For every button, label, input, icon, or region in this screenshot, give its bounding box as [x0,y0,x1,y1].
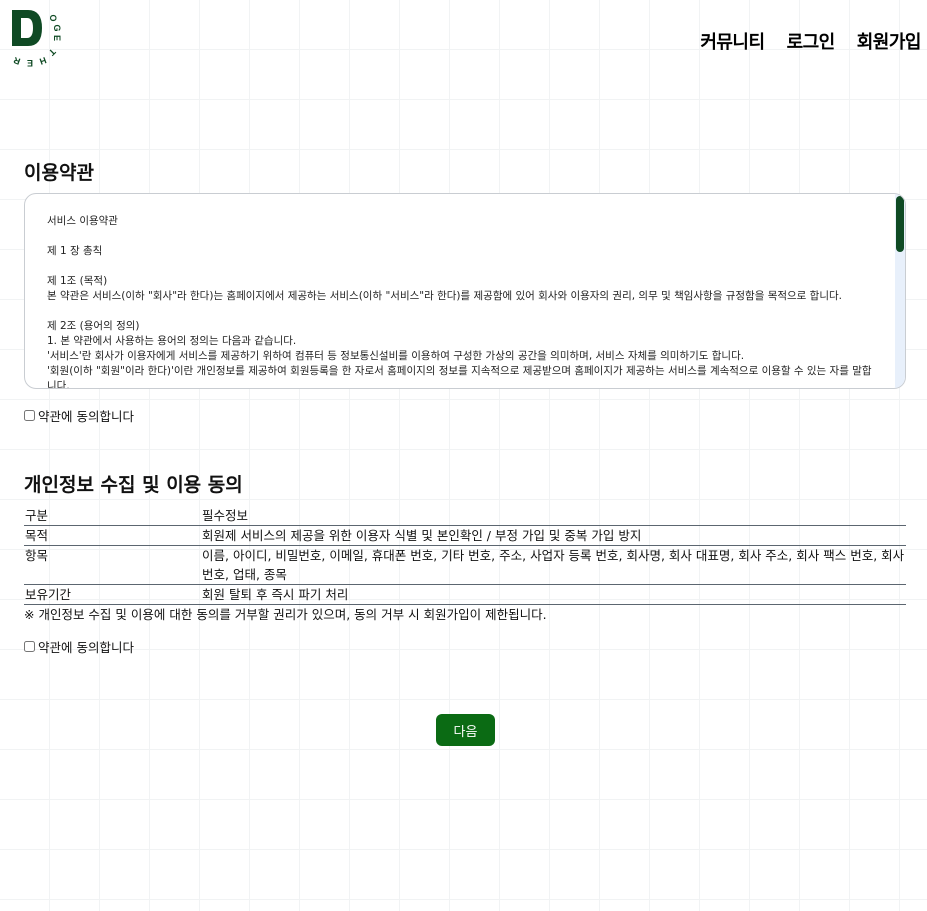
privacy-cell-value: 회원 탈퇴 후 즉시 파기 처리 [201,584,906,605]
next-button[interactable]: 다음 [436,714,495,746]
terms-agree[interactable]: 약관에 동의합니다 [24,406,134,425]
privacy-cell-label: 목적 [24,525,201,546]
logo-wordmark-letter: H [38,55,48,67]
privacy-agree[interactable]: 약관에 동의합니다 [24,637,134,656]
terms-content: 서비스 이용약관 제 1 장 총칙 제 1조 (목적) 본 약관은 서비스(이하… [47,215,872,389]
privacy-cell-label: 보유기간 [24,584,201,605]
logo-wordmark-letter: T [46,47,57,58]
logo-wordmark-letter: R [12,55,22,67]
nav-signup-link[interactable]: 회원가입 [857,28,922,54]
terms-agree-checkbox[interactable] [24,410,35,421]
svg-text:D: D [27,31,28,33]
terms-agree-label: 약관에 동의합니다 [38,409,134,424]
nav-community-link[interactable]: 커뮤니티 [700,28,765,54]
terms-scrollbar[interactable] [895,194,905,388]
table-row: 목적 회원제 서비스의 제공을 위한 이용자 식별 및 본인확인 / 부정 가입… [24,525,906,546]
terms-scroll-box[interactable]: 서비스 이용약관 제 1 장 총칙 제 1조 (목적) 본 약관은 서비스(이하… [24,193,906,389]
logo-wordmark-letter: O [48,14,58,21]
privacy-cell-label: 항목 [24,545,201,585]
table-row: 구분 필수정보 [24,506,906,526]
top-nav: 커뮤니티 로그인 회원가입 [700,28,921,54]
terms-title: 이용약관 [24,162,94,184]
privacy-agree-checkbox[interactable] [24,641,35,652]
privacy-agree-label: 약관에 동의합니다 [38,640,134,655]
table-row: 항목 이름, 아이디, 비밀번호, 이메일, 휴대폰 번호, 기타 번호, 주소… [24,545,906,585]
logo[interactable]: D OGETHER [8,6,70,72]
logo-wordmark-letter: E [52,35,62,41]
privacy-cell-value: 필수정보 [201,506,906,526]
privacy-cell-value: 이름, 아이디, 비밀번호, 이메일, 휴대폰 번호, 기타 번호, 주소, 사… [201,545,906,585]
table-row: 보유기간 회원 탈퇴 후 즉시 파기 처리 [24,584,906,605]
terms-scrollbar-thumb[interactable] [896,196,904,252]
privacy-title: 개인정보 수집 및 이용 동의 [24,474,243,496]
privacy-cell-value: 회원제 서비스의 제공을 위한 이용자 식별 및 본인확인 / 부정 가입 및 … [201,525,906,546]
nav-login-link[interactable]: 로그인 [787,28,836,54]
logo-wordmark-letter: G [52,24,62,31]
privacy-table: 구분 필수정보 목적 회원제 서비스의 제공을 위한 이용자 식별 및 본인확인… [24,506,906,605]
privacy-note: ※ 개인정보 수집 및 이용에 대한 동의를 거부할 권리가 있으며, 동의 거… [24,607,547,622]
logo-wordmark-letter: E [27,58,33,68]
privacy-cell-label: 구분 [24,506,201,526]
